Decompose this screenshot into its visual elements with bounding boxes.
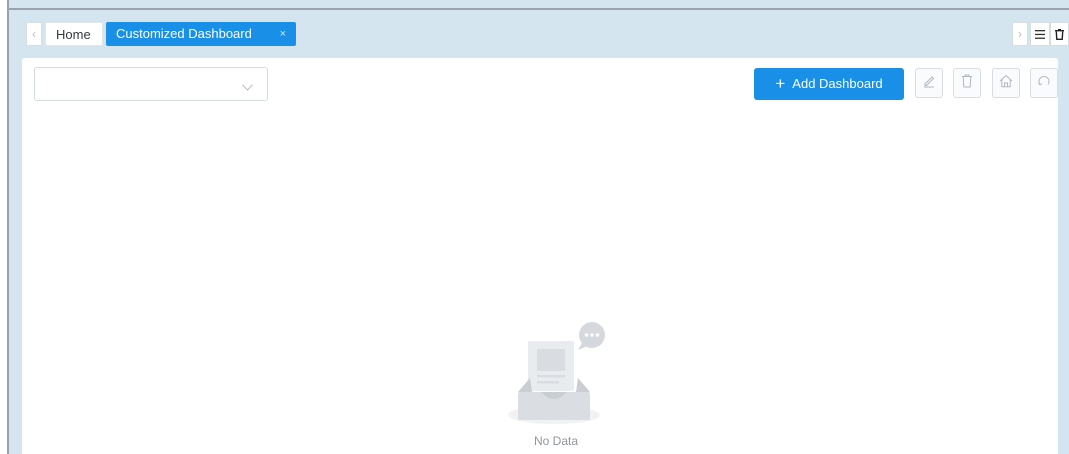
tab-menu-icon[interactable]	[1030, 22, 1050, 46]
refresh-icon	[1037, 74, 1051, 93]
window-border-left	[7, 0, 9, 454]
tab-customized-dashboard-label: Customized Dashboard	[116, 26, 252, 41]
refresh-button[interactable]	[1030, 68, 1058, 98]
set-home-button[interactable]	[992, 68, 1020, 98]
home-icon	[999, 74, 1013, 93]
dashboard-select[interactable]	[34, 67, 268, 101]
tab-customized-dashboard[interactable]: Customized Dashboard ×	[106, 22, 296, 46]
edit-icon	[922, 74, 936, 93]
empty-state: No Data	[506, 320, 606, 454]
tab-clear-icon[interactable]	[1050, 22, 1069, 46]
tab-scroll-left-icon[interactable]: ‹	[26, 22, 42, 46]
add-dashboard-label: Add Dashboard	[792, 76, 883, 91]
plus-icon: +	[775, 74, 786, 93]
edit-dashboard-button[interactable]	[915, 68, 943, 98]
tab-bar: ‹ Home Customized Dashboard × ›	[9, 10, 1069, 56]
add-dashboard-button[interactable]: + Add Dashboard	[754, 68, 904, 100]
chevron-down-icon	[242, 78, 253, 96]
tab-home-label: Home	[56, 27, 91, 42]
dashboard-panel: + Add Dashboard No Data	[22, 58, 1058, 454]
tab-home[interactable]: Home	[45, 22, 103, 46]
empty-state-text: No Data	[533, 434, 579, 448]
delete-dashboard-button[interactable]	[953, 68, 981, 98]
delete-icon	[961, 74, 973, 93]
tab-close-icon[interactable]: ×	[280, 22, 286, 46]
tab-scroll-right-icon[interactable]: ›	[1012, 22, 1028, 46]
app-frame: ‹ Home Customized Dashboard × › + Add Da…	[0, 0, 1069, 454]
